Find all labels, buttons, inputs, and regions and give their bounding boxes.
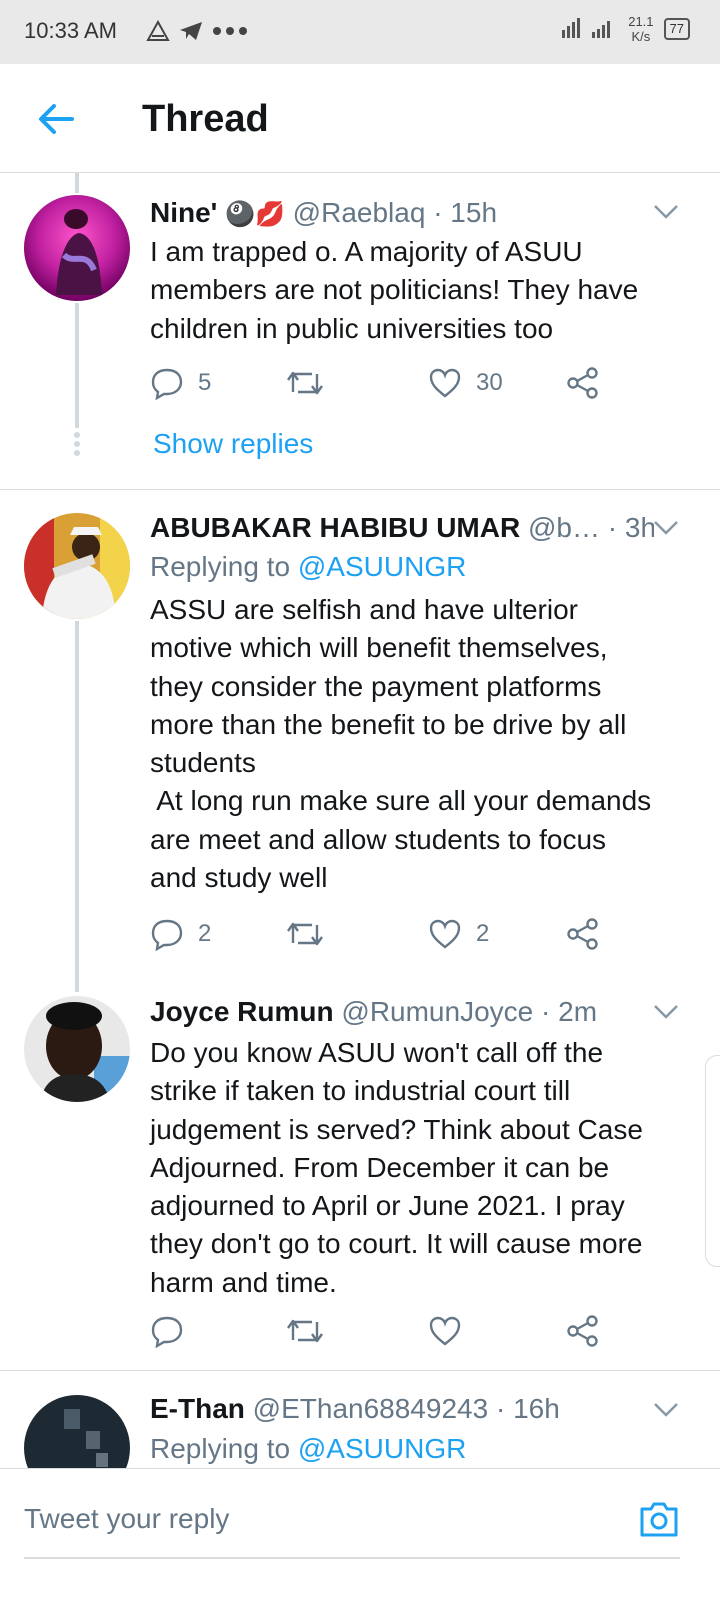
like-count: 30: [476, 369, 503, 396]
like-count: 2: [476, 920, 490, 947]
avatar[interactable]: [24, 1395, 130, 1468]
warning-icon: [146, 20, 170, 41]
tweet-item[interactable]: Nine' 🎱💋 @Raeblaq · 15h I am trapped o. …: [0, 173, 720, 489]
retweet-button[interactable]: [286, 916, 338, 952]
chevron-down-icon[interactable]: [652, 1003, 680, 1021]
replying-to-handle[interactable]: @ASUUNGR: [298, 1433, 466, 1464]
reply-bar: Tweet your reply: [0, 1468, 720, 1601]
tweet-item[interactable]: Joyce Rumun @RumunJoyce · 2m Do you know…: [0, 970, 720, 1370]
reply-button[interactable]: 2: [150, 916, 211, 952]
display-name[interactable]: ABUBAKAR HABIBU UMAR: [150, 512, 520, 543]
retweet-icon: [287, 371, 323, 395]
scroll-handle[interactable]: [705, 1055, 720, 1267]
network-speed: 21.1 K/s: [628, 14, 654, 44]
more-replies-dots-icon: [74, 432, 80, 456]
top-nav: Thread: [0, 64, 720, 173]
tweet-time: 2m: [558, 996, 598, 1027]
chevron-down-icon[interactable]: [652, 519, 680, 537]
tweet-item[interactable]: E-Than @EThan68849243 · 16h Replying to …: [0, 1371, 720, 1468]
share-icon: [567, 367, 598, 399]
reply-count: 2: [198, 920, 212, 947]
heart-icon: [429, 919, 461, 949]
user-handle[interactable]: @b…: [528, 512, 600, 543]
replying-to-handle[interactable]: @ASUUNGR: [298, 551, 466, 582]
avatar[interactable]: [24, 996, 130, 1102]
tweet-item[interactable]: ABUBAKAR HABIBU UMAR @b… · 3h Replying t…: [0, 490, 720, 970]
like-button[interactable]: [428, 1313, 476, 1349]
tweet-text: I am trapped o. A majority of ASUU membe…: [150, 236, 639, 344]
display-name[interactable]: Joyce Rumun: [150, 996, 334, 1027]
reply-icon: [151, 919, 183, 951]
tweet-header: Joyce Rumun @RumunJoyce · 2m: [150, 996, 598, 1027]
thread-line: [75, 303, 79, 428]
thread-line: [75, 970, 79, 992]
reply-underline: [24, 1557, 680, 1559]
display-name[interactable]: E-Than: [150, 1393, 245, 1424]
chevron-down-icon[interactable]: [652, 203, 680, 221]
status-time: 10:33 AM: [24, 18, 117, 43]
share-button[interactable]: [566, 1313, 600, 1349]
tweet-text: Do you know ASUU won't call off the stri…: [150, 1037, 643, 1298]
user-handle[interactable]: @Raeblaq: [293, 197, 426, 228]
user-handle[interactable]: @RumunJoyce: [341, 996, 533, 1027]
reply-icon: [151, 1316, 183, 1348]
status-bar: 10:33 AM 21.1 K/s 77: [0, 0, 720, 64]
thread-line: [75, 621, 79, 970]
thread-line: [75, 173, 79, 193]
like-button[interactable]: 30: [428, 365, 503, 401]
display-name[interactable]: Nine': [150, 197, 217, 228]
replying-to: Replying to @ASUUNGR: [150, 551, 467, 582]
heart-icon: [429, 1316, 461, 1346]
reply-input[interactable]: Tweet your reply: [24, 1503, 229, 1535]
avatar[interactable]: [24, 513, 130, 619]
name-emoji: 🎱💋: [225, 201, 285, 228]
more-notifications-icon: [213, 27, 247, 35]
tweet-time: 15h: [450, 197, 498, 228]
retweet-button[interactable]: [286, 365, 338, 401]
tweet-header: ABUBAKAR HABIBU UMAR @b… · 3h: [150, 512, 654, 544]
tweet-actions: [150, 1313, 610, 1353]
replying-to: Replying to @ASUUNGR: [150, 1433, 467, 1464]
share-icon: [567, 1315, 598, 1347]
like-button[interactable]: 2: [428, 916, 489, 952]
telegram-icon: [180, 22, 202, 40]
share-button[interactable]: [566, 365, 600, 401]
chevron-down-icon[interactable]: [652, 1401, 680, 1419]
page-title: Thread: [142, 98, 269, 140]
tweet-actions: 5 30: [150, 365, 610, 405]
retweet-icon: [287, 922, 323, 946]
reply-count: 5: [198, 369, 212, 396]
heart-icon: [429, 368, 461, 398]
avatar[interactable]: [24, 195, 130, 301]
show-replies-link[interactable]: Show replies: [153, 428, 313, 460]
share-button[interactable]: [566, 916, 600, 952]
reply-button[interactable]: [150, 1313, 198, 1349]
thread-feed[interactable]: Nine' 🎱💋 @Raeblaq · 15h I am trapped o. …: [0, 173, 720, 1468]
tweet-text: ASSU are selfish and have ulterior motiv…: [150, 594, 652, 894]
camera-icon[interactable]: [638, 1499, 680, 1539]
battery-icon: 77: [663, 18, 690, 40]
tweet-time: 3h: [624, 512, 654, 543]
retweet-button[interactable]: [286, 1313, 338, 1349]
reply-button[interactable]: 5: [150, 365, 211, 401]
retweet-icon: [287, 1319, 323, 1343]
tweet-actions: 2 2: [150, 916, 610, 956]
share-icon: [567, 918, 598, 950]
tweet-header: E-Than @EThan68849243 · 16h: [150, 1393, 560, 1424]
user-handle[interactable]: @EThan68849243: [253, 1393, 489, 1424]
reply-icon: [151, 368, 183, 400]
signal-icon: [562, 18, 611, 38]
tweet-header: Nine' 🎱💋 @Raeblaq · 15h: [150, 197, 498, 228]
tweet-time: 16h: [513, 1393, 560, 1424]
back-arrow-icon[interactable]: [36, 102, 76, 136]
